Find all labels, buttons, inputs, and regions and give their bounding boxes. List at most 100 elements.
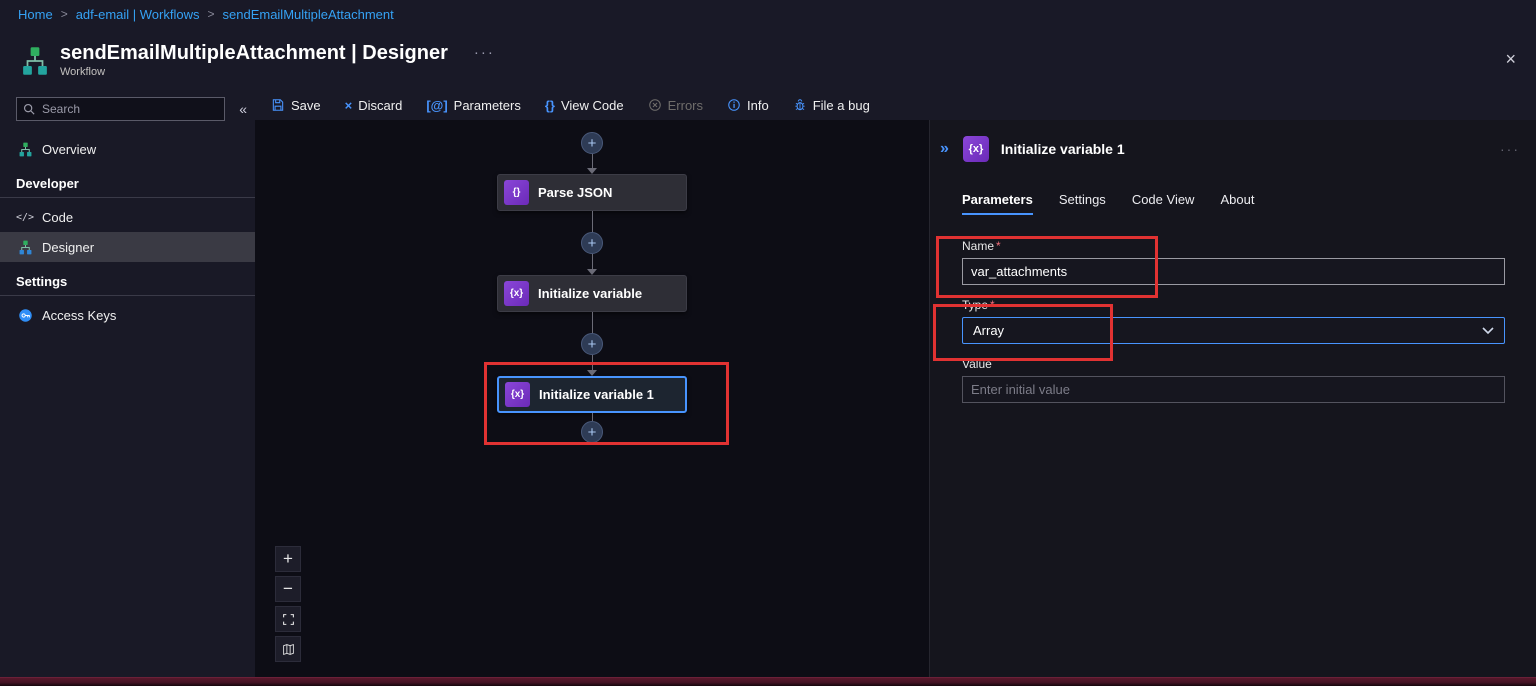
name-label: Name* bbox=[962, 239, 1505, 253]
sidebar-item-designer[interactable]: Designer bbox=[0, 232, 255, 262]
errors-icon bbox=[648, 98, 662, 112]
close-icon[interactable]: × bbox=[1505, 50, 1516, 68]
view-code-button[interactable]: {} View Code bbox=[545, 98, 624, 113]
workflow-column: + {} Parse JSON + {x} Ini bbox=[497, 132, 687, 443]
zoom-controls: + − bbox=[275, 546, 301, 662]
type-field-group: Type* Array bbox=[962, 298, 1505, 344]
workflow-node-initialize-variable[interactable]: {x} Initialize variable bbox=[497, 275, 687, 312]
initialize-variable-icon: {x} bbox=[963, 136, 989, 162]
overview-icon bbox=[16, 142, 34, 157]
breadcrumb-workflows[interactable]: adf-email | Workflows bbox=[76, 7, 200, 22]
sidebar-item-label: Access Keys bbox=[42, 308, 116, 323]
parameters-icon: [@] bbox=[426, 98, 447, 113]
sidebar-search-row: « bbox=[0, 90, 255, 124]
zoom-out-button[interactable]: − bbox=[275, 576, 301, 602]
connector-line bbox=[592, 254, 593, 269]
file-a-bug-button[interactable]: File a bug bbox=[793, 98, 870, 113]
status-bar bbox=[0, 677, 1536, 686]
name-field-group: Name* bbox=[962, 239, 1505, 285]
page-title: sendEmailMultipleAttachment | Designer bbox=[60, 41, 448, 65]
resource-type-label: Workflow bbox=[60, 66, 495, 78]
parameter-fields: Name* Type* Array bbox=[962, 239, 1505, 403]
search-input[interactable] bbox=[40, 101, 218, 117]
save-button[interactable]: Save bbox=[271, 98, 321, 113]
panel-header: » {x} Initialize variable 1 ··· bbox=[930, 120, 1536, 162]
type-dropdown[interactable]: Array bbox=[962, 317, 1505, 344]
page-header: sendEmailMultipleAttachment | Designer ·… bbox=[0, 28, 1536, 90]
workflow-logo-icon bbox=[20, 46, 50, 76]
sidebar-section-developer: Developer bbox=[0, 164, 255, 197]
info-icon bbox=[727, 98, 741, 112]
node-label: Parse JSON bbox=[538, 185, 612, 200]
sidebar: « Overview Developer bbox=[0, 90, 255, 677]
body: « Overview Developer bbox=[0, 90, 1536, 677]
parameters-button[interactable]: [@] Parameters bbox=[426, 98, 521, 113]
logic-app-designer-window: Home > adf-email | Workflows > sendEmail… bbox=[0, 0, 1536, 686]
content: + {} Parse JSON + {x} Ini bbox=[255, 120, 1536, 677]
search-box[interactable] bbox=[16, 97, 225, 121]
discard-button[interactable]: × Discard bbox=[345, 98, 403, 113]
title-block: sendEmailMultipleAttachment | Designer ·… bbox=[60, 41, 495, 78]
breadcrumb-home[interactable]: Home bbox=[18, 7, 53, 22]
sidebar-item-code[interactable]: </> Code bbox=[0, 202, 255, 232]
panel-tabs: Parameters Settings Code View About bbox=[962, 192, 1536, 215]
connector-line bbox=[592, 211, 593, 232]
type-dropdown-value: Array bbox=[973, 323, 1004, 338]
zoom-in-button[interactable]: + bbox=[275, 546, 301, 572]
breadcrumb-separator: > bbox=[61, 7, 68, 21]
connector-line bbox=[592, 355, 593, 370]
designer-icon bbox=[16, 240, 34, 255]
designer-toolbar: Save × Discard [@] Parameters {} View Co… bbox=[255, 90, 1536, 120]
tab-parameters[interactable]: Parameters bbox=[962, 192, 1033, 215]
tab-about[interactable]: About bbox=[1220, 192, 1254, 215]
tab-code-view[interactable]: Code View bbox=[1132, 192, 1195, 215]
divider bbox=[0, 197, 255, 198]
breadcrumb-separator: > bbox=[207, 7, 214, 21]
info-button[interactable]: Info bbox=[727, 98, 769, 113]
code-icon: </> bbox=[16, 212, 34, 223]
panel-expand-icon[interactable]: » bbox=[940, 140, 949, 158]
sidebar-item-overview[interactable]: Overview bbox=[0, 134, 255, 164]
header-overflow-icon[interactable]: ··· bbox=[474, 44, 495, 61]
connector-line bbox=[592, 312, 593, 333]
tab-settings[interactable]: Settings bbox=[1059, 192, 1106, 215]
parse-json-icon: {} bbox=[504, 180, 529, 205]
connector-line bbox=[592, 154, 593, 168]
add-step-button[interactable]: + bbox=[581, 232, 603, 254]
access-keys-icon bbox=[16, 308, 34, 323]
required-marker: * bbox=[990, 298, 995, 312]
add-step-button[interactable]: + bbox=[581, 333, 603, 355]
view-code-icon: {} bbox=[545, 98, 555, 113]
add-step-button[interactable]: + bbox=[581, 421, 603, 443]
sidebar-section-settings: Settings bbox=[0, 262, 255, 295]
search-icon bbox=[23, 103, 35, 115]
fit-view-button[interactable] bbox=[275, 606, 301, 632]
add-step-button[interactable]: + bbox=[581, 132, 603, 154]
main-area: Save × Discard [@] Parameters {} View Co… bbox=[255, 90, 1536, 677]
name-input[interactable] bbox=[962, 258, 1505, 285]
initialize-variable-icon: {x} bbox=[505, 382, 530, 407]
sidebar-item-label: Code bbox=[42, 210, 73, 225]
sidebar-collapse-icon[interactable]: « bbox=[239, 101, 247, 117]
sidebar-nav: Overview Developer </> Code bbox=[0, 134, 255, 330]
chevron-down-icon bbox=[1482, 327, 1494, 335]
panel-overflow-icon[interactable]: ··· bbox=[1500, 141, 1520, 157]
sidebar-item-access-keys[interactable]: Access Keys bbox=[0, 300, 255, 330]
divider bbox=[0, 295, 255, 296]
type-label: Type* bbox=[962, 298, 1505, 312]
workflow-node-parse-json[interactable]: {} Parse JSON bbox=[497, 174, 687, 211]
breadcrumb-workflow-name[interactable]: sendEmailMultipleAttachment bbox=[223, 7, 394, 22]
connector-line bbox=[592, 413, 593, 421]
value-field-group: Value bbox=[962, 357, 1505, 403]
required-marker: * bbox=[996, 239, 1001, 253]
save-icon bbox=[271, 98, 285, 112]
node-label: Initialize variable bbox=[538, 286, 642, 301]
workflow-node-initialize-variable-1[interactable]: {x} Initialize variable 1 bbox=[497, 376, 687, 413]
bug-icon bbox=[793, 98, 807, 112]
workflow-canvas[interactable]: + {} Parse JSON + {x} Ini bbox=[255, 120, 929, 677]
value-input[interactable] bbox=[962, 376, 1505, 403]
discard-icon: × bbox=[345, 98, 353, 113]
sidebar-item-label: Overview bbox=[42, 142, 96, 157]
panel-title: Initialize variable 1 bbox=[1001, 141, 1125, 157]
minimap-button[interactable] bbox=[275, 636, 301, 662]
